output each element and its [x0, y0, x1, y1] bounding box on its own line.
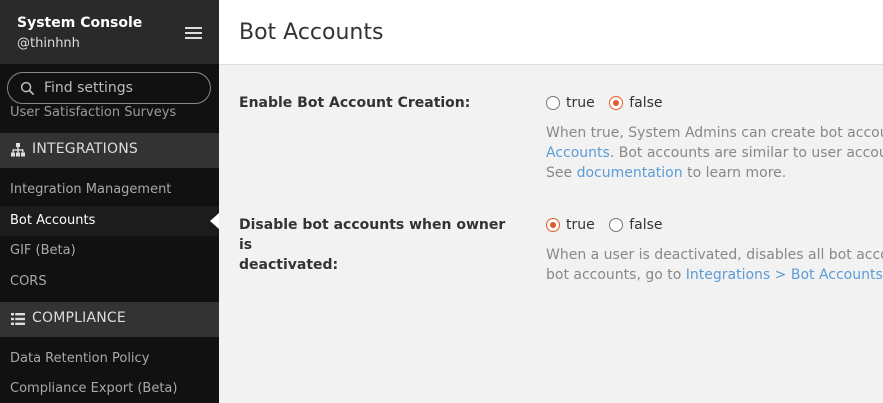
bot-accounts-link[interactable]: Accounts	[546, 145, 610, 161]
radio-label: true	[566, 95, 595, 111]
radio-label: false	[629, 95, 663, 111]
section-label: COMPLIANCE	[32, 310, 126, 326]
radio-group-disable-bot-accounts: true false	[546, 215, 673, 235]
help-line: When true, System Admins can create bot …	[546, 125, 883, 141]
search-icon	[20, 81, 34, 95]
help-text-fragment: . Bot accounts are similar to user accou…	[609, 145, 883, 161]
sidebar-item-user-satisfaction-surveys[interactable]: User Satisfaction Surveys	[10, 104, 176, 120]
sidebar-item-compliance-export[interactable]: Compliance Export (Beta)	[0, 374, 219, 403]
sidebar: System Console @thinhnh User Satisfactio…	[0, 0, 219, 403]
hamburger-menu-icon[interactable]	[185, 27, 203, 39]
integrations-bot-accounts-link[interactable]: Integrations > Bot Accounts	[686, 267, 883, 283]
help-line: When a user is deactivated, disables all…	[546, 247, 883, 263]
active-indicator-caret	[210, 213, 219, 229]
section-compliance: COMPLIANCE	[0, 302, 219, 337]
sidebar-item-label: Bot Accounts	[10, 213, 96, 228]
radio-true[interactable]: true	[546, 215, 595, 235]
radio-false[interactable]: false	[609, 93, 663, 113]
sidebar-item-gif[interactable]: GIF (Beta)	[0, 236, 219, 266]
help-text-fragment: to learn more.	[682, 165, 787, 181]
radio-button-selected[interactable]	[609, 96, 624, 110]
search-box	[7, 72, 211, 104]
sidebar-item-label: User Satisfaction Surveys	[10, 105, 177, 120]
setting-label-enable-bot-account-creation: Enable Bot Account Creation:	[239, 95, 471, 111]
main-content: Bot Accounts Enable Bot Account Creation…	[219, 0, 883, 403]
sidebar-header: System Console @thinhnh	[0, 0, 219, 64]
documentation-link[interactable]: documentation	[577, 165, 683, 181]
radio-false[interactable]: false	[609, 215, 663, 235]
page-title: Bot Accounts	[239, 20, 384, 45]
page-header: Bot Accounts	[219, 0, 883, 65]
help-text-disable-bot-accounts: When a user is deactivated, disables all…	[546, 245, 883, 285]
sidebar-item-label: GIF (Beta)	[10, 243, 76, 258]
radio-button-selected[interactable]	[546, 218, 560, 232]
radio-group-enable-bot-account-creation: true false	[546, 93, 673, 113]
help-text-enable-bot-account-creation: When true, System Admins can create bot …	[546, 123, 883, 183]
radio-button-unselected[interactable]	[546, 96, 560, 110]
radio-true[interactable]: true	[546, 93, 595, 113]
help-text-fragment: See	[546, 165, 577, 181]
section-label: INTEGRATIONS	[32, 141, 138, 157]
setting-label-disable-bot-accounts: Disable bot accounts when owner is deact…	[239, 215, 514, 275]
sidebar-item-label: Integration Management	[10, 182, 172, 197]
app-title: System Console	[17, 15, 143, 31]
radio-label: true	[566, 217, 595, 233]
search-input[interactable]	[44, 78, 204, 98]
sidebar-item-label: Compliance Export (Beta)	[10, 381, 178, 396]
sidebar-item-integration-management[interactable]: Integration Management	[0, 175, 219, 205]
sidebar-item-data-retention-policy[interactable]: Data Retention Policy	[0, 344, 219, 374]
section-integrations: INTEGRATIONS	[0, 133, 219, 168]
list-icon	[11, 313, 25, 325]
label-line: Disable bot accounts when owner is	[239, 217, 506, 253]
label-line: deactivated:	[239, 257, 339, 273]
radio-button-unselected[interactable]	[609, 218, 624, 232]
help-text-fragment: bot accounts, go to	[546, 267, 686, 283]
radio-label: false	[629, 217, 663, 233]
sidebar-item-label: Data Retention Policy	[10, 351, 150, 366]
username: @thinhnh	[17, 36, 80, 51]
sitemap-icon	[11, 143, 25, 157]
sidebar-item-cors[interactable]: CORS	[0, 267, 219, 297]
help-line: Accounts. Bot accounts are similar to us…	[546, 143, 883, 163]
sidebar-item-label: CORS	[10, 274, 47, 289]
sidebar-item-bot-accounts[interactable]: Bot Accounts	[0, 206, 219, 236]
help-line: bot accounts, go to Integrations > Bot A…	[546, 265, 883, 285]
help-line: See documentation to learn more.	[546, 163, 883, 183]
